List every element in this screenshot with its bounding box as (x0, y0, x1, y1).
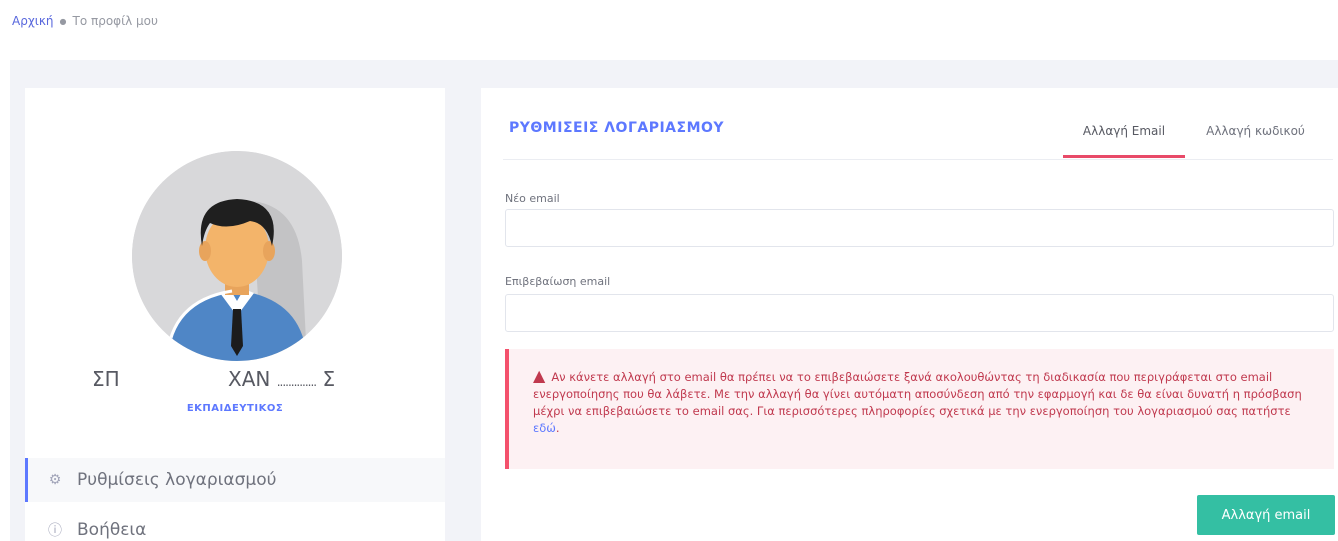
profile-last-name: ΧΑΝ .............. Σ (228, 367, 335, 391)
profile-name-dots: .............. (276, 375, 317, 389)
user-avatar-icon (132, 151, 342, 361)
menu-item-help[interactable]: ⓘ Βοήθεια (25, 508, 445, 541)
header-divider (503, 159, 1333, 160)
settings-tabs: Αλλαγή Email Αλλαγή κωδικού (481, 88, 1338, 158)
breadcrumb-separator: ● (59, 16, 67, 26)
confirm-email-field[interactable] (505, 294, 1334, 332)
warning-icon: ▲ (533, 366, 546, 385)
info-icon: ⓘ (48, 523, 62, 539)
email-change-warning: ▲ Αν κάνετε αλλαγή στο email θα πρέπει να… (505, 349, 1334, 469)
settings-card: ΡΥΘΜΙΣΕΙΣ ΛΟΓΑΡΙΑΣΜΟΥ Αλλαγή Email Αλλαγ… (481, 88, 1338, 541)
profile-role: ΕΚΠΑΙΔΕΥΤΙΚΟΣ (186, 403, 284, 414)
profile-name: ΣΠ ΧΑΝ .............. Σ (25, 363, 445, 393)
menu-item-account-settings[interactable]: ⚙ Ρυθμίσεις λογαριασμού (25, 458, 445, 502)
alert-help-link[interactable]: εδώ (533, 421, 556, 435)
alert-end: . (555, 421, 560, 435)
tab-change-password[interactable]: Αλλαγή κωδικού (1193, 118, 1318, 158)
breadcrumb-current: Το προφίλ μου (72, 14, 158, 28)
menu-item-label: Ρυθμίσεις λογαριασμού (77, 470, 277, 490)
profile-card: ΣΠ ΧΑΝ .............. Σ ΕΚΠΑΙΔΕΥΤΙΚΟΣ ⚙ … (25, 88, 445, 541)
menu-item-label: Βοήθεια (77, 520, 147, 540)
profile-first-name: ΣΠ (92, 367, 120, 391)
breadcrumb: Αρχική ● Το προφίλ μου (12, 14, 158, 28)
confirm-email-label: Επιβεβαίωση email (505, 275, 611, 288)
new-email-label: Νέο email (505, 192, 560, 205)
breadcrumb-home-link[interactable]: Αρχική (12, 14, 54, 28)
profile-last-name-end: Σ (322, 367, 336, 391)
new-email-field[interactable] (505, 209, 1334, 247)
avatar (132, 151, 342, 361)
change-email-button[interactable]: Αλλαγή email (1197, 495, 1335, 535)
profile-last-name-start: ΧΑΝ (228, 367, 271, 391)
alert-text: Αν κάνετε αλλαγή στο email θα πρέπει να … (533, 370, 1302, 418)
gear-icon: ⚙ (48, 472, 62, 488)
tab-change-email[interactable]: Αλλαγή Email (1063, 118, 1185, 158)
